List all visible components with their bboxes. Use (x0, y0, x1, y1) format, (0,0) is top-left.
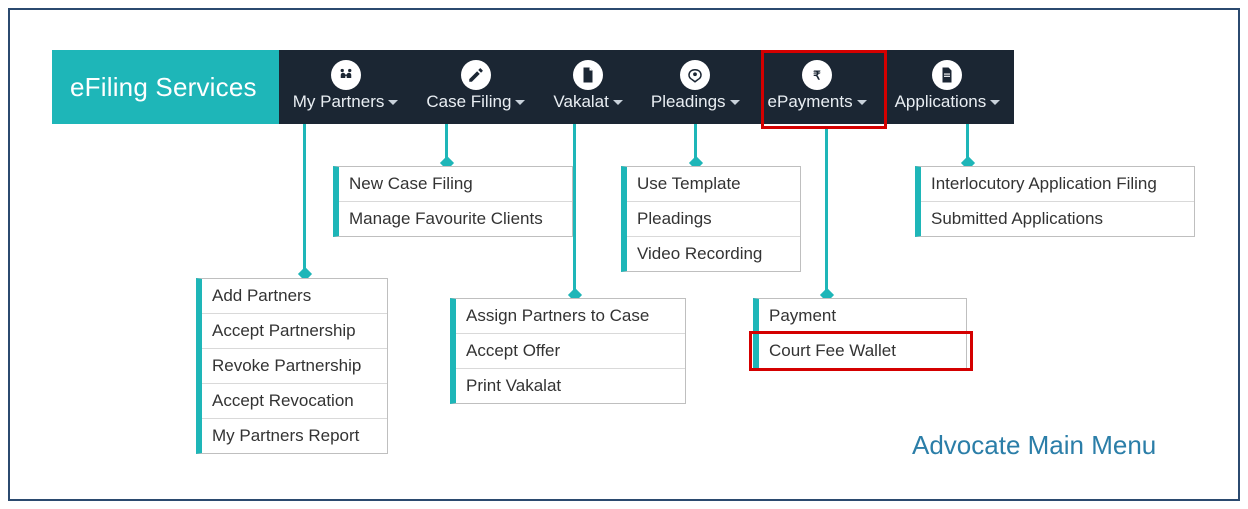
menu-item[interactable]: Manage Favourite Clients (339, 202, 572, 236)
menu-item[interactable]: Accept Revocation (202, 384, 387, 419)
dropdown-case-filing: New Case Filing Manage Favourite Clients (333, 166, 573, 237)
doc-icon (573, 60, 603, 90)
caption: Advocate Main Menu (912, 430, 1156, 461)
chevron-down-icon (388, 100, 398, 105)
rupee-icon: ₹ (802, 60, 832, 90)
nav-label: My Partners (293, 92, 385, 112)
partners-icon (331, 60, 361, 90)
connector (573, 124, 576, 295)
nav-label: Pleadings (651, 92, 726, 112)
menu-item[interactable]: Use Template (627, 167, 800, 202)
nav-label: Applications (895, 92, 987, 112)
brand: eFiling Services (52, 50, 279, 124)
chevron-down-icon (857, 100, 867, 105)
nav-label: ePayments (768, 92, 853, 112)
chevron-down-icon (990, 100, 1000, 105)
menu-item[interactable]: Revoke Partnership (202, 349, 387, 384)
nav-applications[interactable]: Applications (881, 50, 1015, 124)
pencil-icon (461, 60, 491, 90)
menu-item[interactable]: Add Partners (202, 279, 387, 314)
menu-item[interactable]: Print Vakalat (456, 369, 685, 403)
menu-item[interactable]: Submitted Applications (921, 202, 1194, 236)
menu-item[interactable]: Accept Offer (456, 334, 685, 369)
hands-icon (680, 60, 710, 90)
menu-item[interactable]: Accept Partnership (202, 314, 387, 349)
menu-item[interactable]: My Partners Report (202, 419, 387, 453)
nav-case-filing[interactable]: Case Filing (412, 50, 539, 124)
nav-vakalat[interactable]: Vakalat (539, 50, 636, 124)
connector (825, 129, 828, 295)
dropdown-vakalat: Assign Partners to Case Accept Offer Pri… (450, 298, 686, 404)
menu-item[interactable]: New Case Filing (339, 167, 572, 202)
doc2-icon (932, 60, 962, 90)
nav-pleadings[interactable]: Pleadings (637, 50, 754, 124)
menu-item[interactable]: Video Recording (627, 237, 800, 271)
nav-epayments[interactable]: ₹ ePayments (754, 50, 881, 124)
menu-item[interactable]: Assign Partners to Case (456, 299, 685, 334)
chevron-down-icon (515, 100, 525, 105)
connector (303, 124, 306, 274)
nav-label: Vakalat (553, 92, 608, 112)
nav-label: Case Filing (426, 92, 511, 112)
dropdown-epayments: Payment Court Fee Wallet (753, 298, 967, 369)
menu-item-court-fee-wallet[interactable]: Court Fee Wallet (759, 334, 966, 368)
menu-item[interactable]: Pleadings (627, 202, 800, 237)
svg-text:₹: ₹ (813, 69, 821, 83)
nav-my-partners[interactable]: My Partners (279, 50, 413, 124)
menu-item[interactable]: Payment (759, 299, 966, 334)
navbar: eFiling Services My Partners Case Filing… (52, 50, 1014, 124)
dropdown-applications: Interlocutory Application Filing Submitt… (915, 166, 1195, 237)
chevron-down-icon (613, 100, 623, 105)
chevron-down-icon (730, 100, 740, 105)
dropdown-pleadings: Use Template Pleadings Video Recording (621, 166, 801, 272)
menu-item[interactable]: Interlocutory Application Filing (921, 167, 1194, 202)
dropdown-my-partners: Add Partners Accept Partnership Revoke P… (196, 278, 388, 454)
